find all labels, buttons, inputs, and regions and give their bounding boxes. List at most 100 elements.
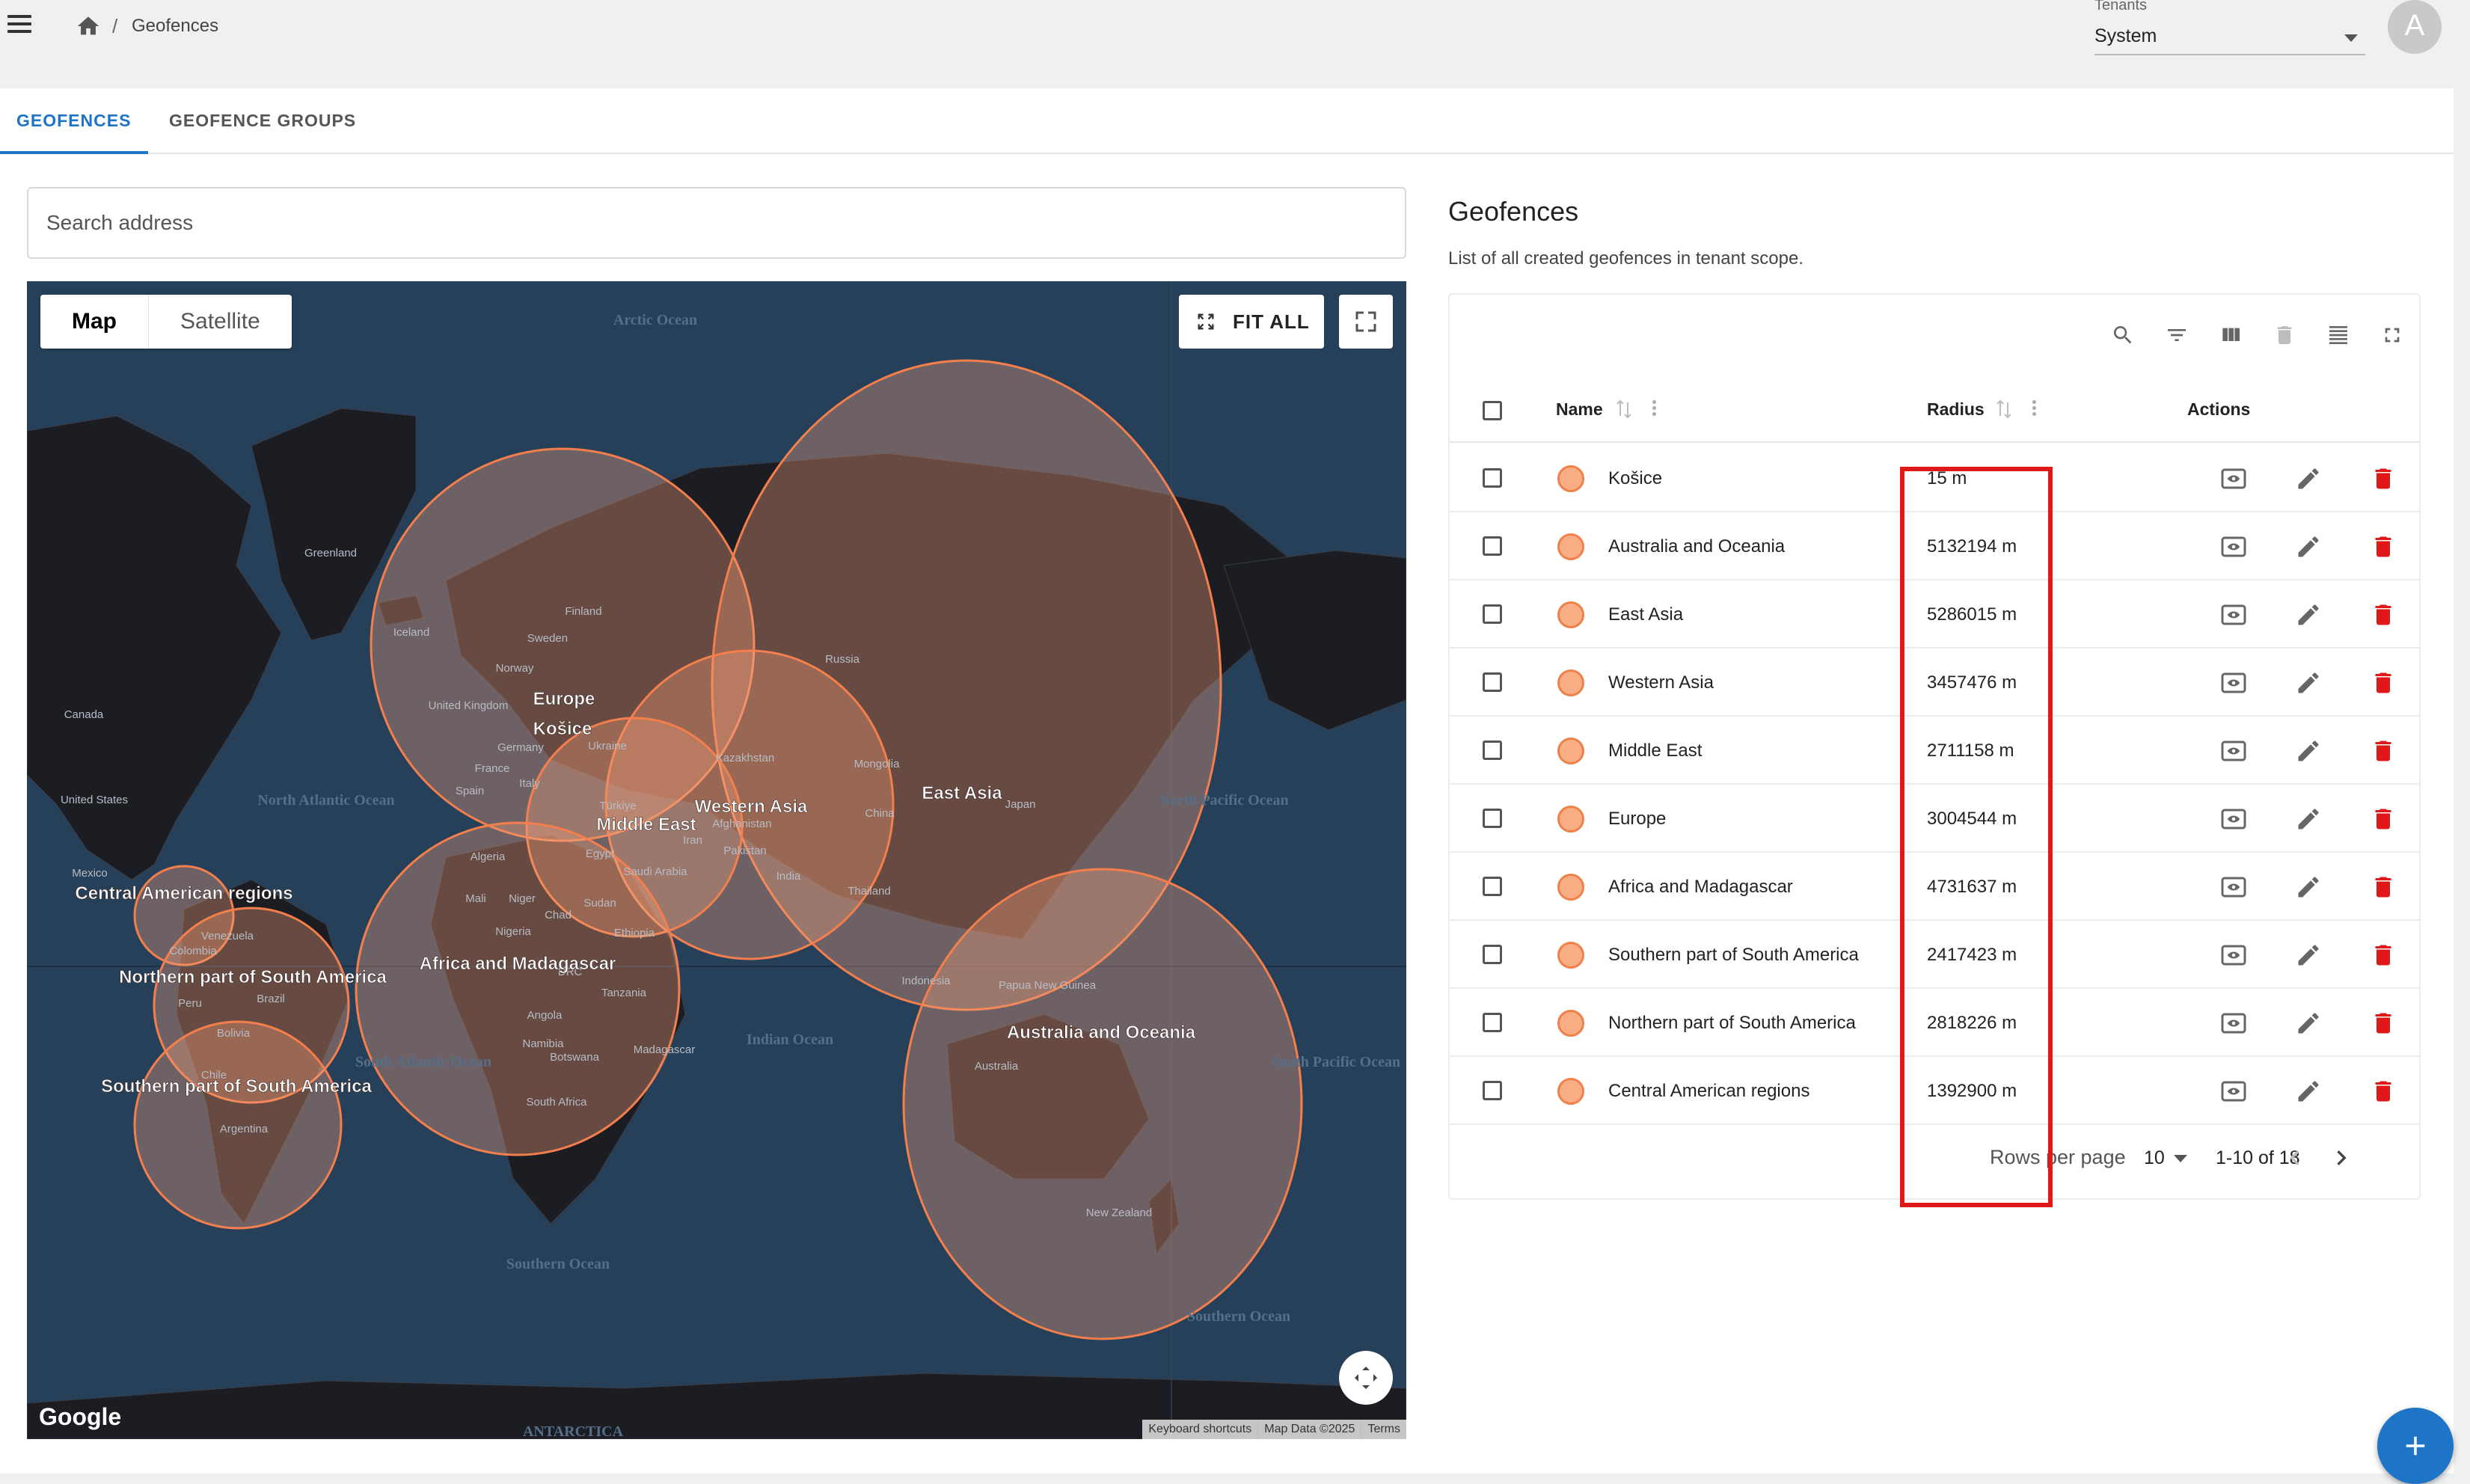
edit-button[interactable]	[2292, 735, 2325, 767]
home-icon[interactable]	[75, 13, 102, 39]
fit-all-button[interactable]: FIT ALL	[1179, 295, 1324, 349]
tab-geofences[interactable]: GEOFENCES	[16, 111, 131, 131]
row-checkbox[interactable]	[1483, 1081, 1502, 1100]
delete-button[interactable]	[2367, 530, 2400, 563]
edit-button[interactable]	[2292, 530, 2325, 563]
density-button[interactable]	[2311, 316, 2365, 353]
delete-button[interactable]	[2367, 666, 2400, 699]
place-label: Colombia	[169, 945, 217, 957]
column-header-name[interactable]: Name	[1556, 399, 1603, 420]
pencil-icon	[2298, 1013, 2319, 1034]
ocean-label: Arctic Ocean	[613, 312, 697, 328]
edit-button[interactable]	[2292, 462, 2325, 495]
edit-button[interactable]	[2292, 1007, 2325, 1040]
search-address-input[interactable]: Search address	[27, 187, 1406, 259]
add-geofence-button[interactable]	[2377, 1408, 2454, 1484]
place-label: Mali	[465, 892, 486, 905]
delete-selected-button[interactable]	[2258, 316, 2311, 353]
sort-icon[interactable]	[1996, 398, 2012, 420]
tab-geofence-groups[interactable]: GEOFENCE GROUPS	[169, 111, 356, 131]
row-checkbox[interactable]	[1483, 604, 1502, 624]
geofence-label-kosice: Košice	[533, 719, 592, 739]
north-america-shape	[27, 415, 282, 880]
geofence-name: Southern part of South America	[1608, 945, 1859, 965]
column-menu-icon[interactable]	[1652, 398, 1658, 420]
filter-button[interactable]	[2150, 316, 2204, 353]
edit-button[interactable]	[2292, 803, 2325, 835]
edit-button[interactable]	[2292, 1075, 2325, 1108]
table-fullscreen-button[interactable]	[2365, 316, 2419, 353]
place-label: Australia	[975, 1060, 1019, 1073]
eye-icon	[2221, 672, 2246, 693]
row-checkbox[interactable]	[1483, 1013, 1502, 1032]
chevron-left-icon[interactable]	[2280, 1143, 2310, 1173]
place-label: Saudi Arabia	[623, 865, 687, 878]
delete-icon	[2277, 326, 2292, 344]
view-column-icon	[2222, 328, 2240, 341]
column-header-radius[interactable]: Radius	[1927, 399, 1985, 420]
view-button[interactable]	[2217, 803, 2250, 835]
columns-button[interactable]	[2204, 316, 2258, 353]
view-button[interactable]	[2217, 939, 2250, 972]
map-fullscreen-button[interactable]	[1339, 295, 1393, 349]
view-button[interactable]	[2217, 1007, 2250, 1040]
keyboard-shortcuts-link[interactable]: Keyboard shortcuts	[1142, 1420, 1257, 1439]
row-checkbox[interactable]	[1483, 945, 1502, 964]
map-type-map-button[interactable]: Map	[40, 295, 149, 349]
delete-button[interactable]	[2367, 803, 2400, 835]
row-checkbox[interactable]	[1483, 536, 1502, 556]
geofences-table: Name Radius Actions Košice 15 m Australia …	[1448, 293, 2421, 1200]
geofence-radius: 1392900 m	[1927, 1081, 2017, 1101]
row-checkbox[interactable]	[1483, 468, 1502, 488]
map-type-satellite-button[interactable]: Satellite	[149, 295, 292, 349]
edit-button[interactable]	[2292, 666, 2325, 699]
view-button[interactable]	[2217, 598, 2250, 631]
column-menu-icon[interactable]	[2032, 398, 2038, 420]
delete-button[interactable]	[2367, 1075, 2400, 1108]
place-label: Türkiye	[599, 800, 636, 812]
edit-button[interactable]	[2292, 598, 2325, 631]
edit-button[interactable]	[2292, 939, 2325, 972]
avatar[interactable]: A	[2388, 0, 2442, 54]
table-toolbar	[2096, 316, 2419, 353]
ocean-label: Southern Ocean	[1187, 1308, 1290, 1325]
row-checkbox[interactable]	[1483, 809, 1502, 828]
sort-icon[interactable]	[1616, 398, 1632, 420]
delete-button[interactable]	[2367, 735, 2400, 767]
search-button[interactable]	[2096, 316, 2150, 353]
view-button[interactable]	[2217, 530, 2250, 563]
delete-button[interactable]	[2367, 939, 2400, 972]
row-checkbox[interactable]	[1483, 741, 1502, 760]
geofence-radius: 3004544 m	[1927, 809, 2017, 829]
view-button[interactable]	[2217, 735, 2250, 767]
view-button[interactable]	[2217, 1075, 2250, 1108]
tenants-select[interactable]: System	[2094, 21, 2365, 55]
map-canvas: Arctic Ocean North Atlantic Ocean North …	[27, 281, 1406, 1439]
view-button[interactable]	[2217, 666, 2250, 699]
geofence-color-dot	[1557, 465, 1584, 492]
menu-icon[interactable]	[7, 15, 37, 37]
select-all-checkbox[interactable]	[1483, 401, 1502, 420]
rows-per-page-select[interactable]: 10	[2144, 1147, 2165, 1169]
terms-link[interactable]: Terms	[1361, 1420, 1406, 1439]
chevron-down-icon[interactable]	[2174, 1155, 2187, 1162]
chevron-right-icon[interactable]	[2326, 1143, 2356, 1173]
eye-icon	[2221, 945, 2246, 966]
view-button[interactable]	[2217, 871, 2250, 904]
row-checkbox[interactable]	[1483, 672, 1502, 692]
geofence-name: Košice	[1608, 468, 1663, 488]
delete-button[interactable]	[2367, 871, 2400, 904]
trash-icon	[2375, 945, 2391, 966]
view-button[interactable]	[2217, 462, 2250, 495]
eye-icon	[2221, 741, 2246, 761]
pagination: Rows per page 10 1-10 of 18	[1450, 1125, 2419, 1192]
row-checkbox[interactable]	[1483, 877, 1502, 896]
map-view[interactable]: Arctic Ocean North Atlantic Ocean North …	[27, 281, 1406, 1439]
delete-button[interactable]	[2367, 1007, 2400, 1040]
delete-button[interactable]	[2367, 462, 2400, 495]
table-row: Košice 15 m	[1450, 444, 2419, 512]
map-camera-control-button[interactable]	[1339, 1351, 1393, 1405]
edit-button[interactable]	[2292, 871, 2325, 904]
trash-icon	[2375, 604, 2391, 625]
delete-button[interactable]	[2367, 598, 2400, 631]
